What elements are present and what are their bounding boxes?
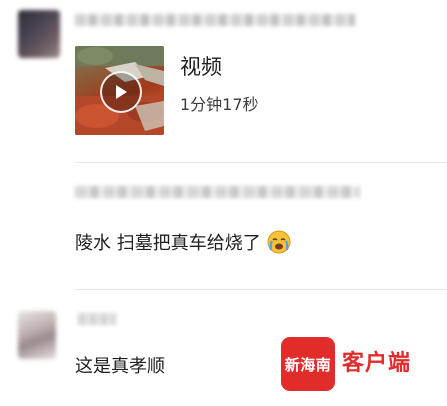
comment-text: 这是真孝顺	[75, 356, 165, 377]
video-title: 视频	[180, 55, 222, 79]
username[interactable]	[75, 14, 355, 26]
video-thumbnail[interactable]	[75, 46, 164, 135]
comment-text-content: 陵水 扫墓把真车给烧了	[75, 233, 261, 254]
username[interactable]	[78, 313, 116, 325]
divider	[75, 289, 447, 290]
avatar[interactable]	[18, 10, 60, 58]
brand-logo-text: 新海南	[284, 355, 332, 374]
username[interactable]	[75, 186, 360, 198]
crying-emoji-icon	[267, 230, 291, 254]
divider	[75, 162, 447, 163]
video-duration: 1分钟17秒	[180, 95, 259, 114]
brand-label: 客户端	[342, 351, 412, 376]
play-icon	[116, 85, 127, 99]
comment-text: 陵水 扫墓把真车给烧了	[75, 229, 291, 255]
play-button[interactable]	[100, 71, 142, 113]
brand-logo: 新海南	[281, 337, 335, 391]
avatar[interactable]	[18, 311, 56, 359]
